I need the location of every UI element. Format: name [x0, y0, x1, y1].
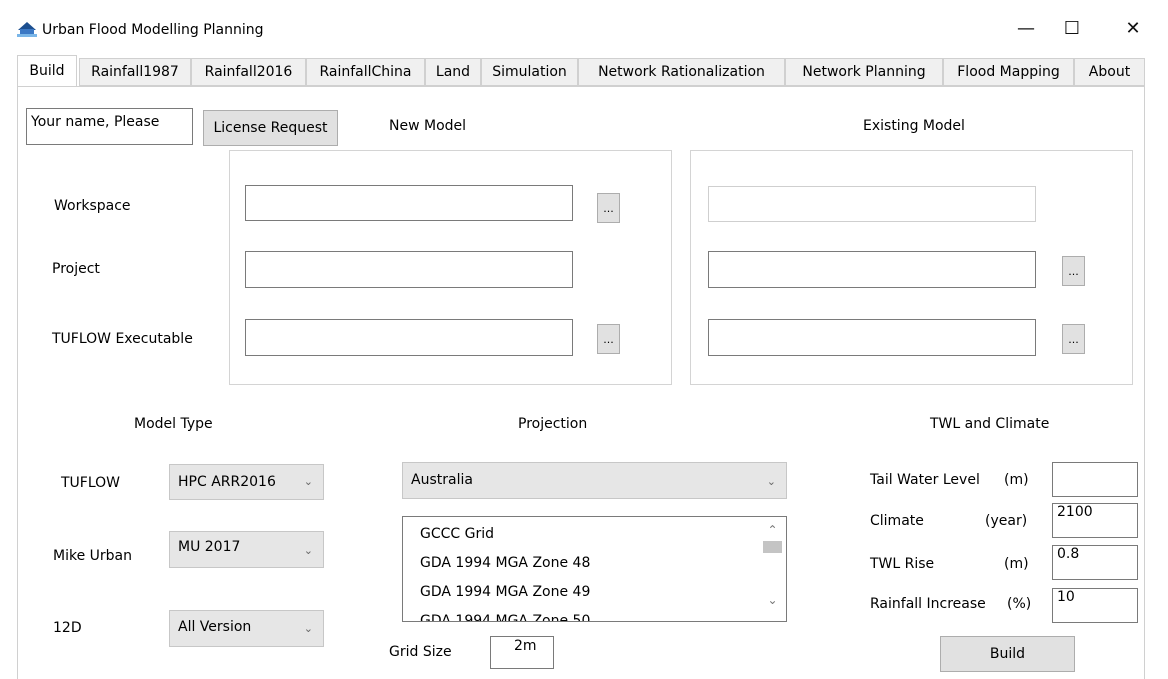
existing-project-browse-button[interactable]: ... — [1062, 256, 1085, 286]
workspace-label: Workspace — [54, 198, 131, 214]
new-tuflow-input[interactable] — [245, 319, 573, 356]
new-tuflow-browse-button[interactable]: ... — [597, 324, 620, 354]
tab-rainfall1987[interactable]: Rainfall1987 — [79, 58, 191, 86]
scroll-thumb[interactable] — [763, 541, 782, 553]
new-workspace-input[interactable] — [245, 185, 573, 221]
tab-network-rationalization[interactable]: Network Rationalization — [578, 58, 785, 86]
chevron-down-icon: ⌄ — [303, 475, 313, 488]
tab-rainfallchina[interactable]: RainfallChina — [306, 58, 425, 86]
tab-network-planning[interactable]: Network Planning — [785, 58, 943, 86]
build-button[interactable]: Build — [940, 636, 1075, 672]
chevron-down-icon: ⌄ — [766, 475, 776, 488]
window-title: Urban Flood Modelling Planning — [42, 22, 264, 38]
twl-rise-unit: (m) — [1004, 556, 1029, 572]
climate-year-input[interactable]: 2100 — [1052, 503, 1138, 538]
existing-workspace-input — [708, 186, 1036, 222]
scroll-up-icon[interactable]: ⌃ — [759, 523, 786, 537]
mike-urban-version-value: MU 2017 — [178, 539, 241, 555]
twl-rise-label: TWL Rise — [870, 556, 935, 572]
existing-project-input[interactable] — [708, 251, 1036, 288]
user-name-input[interactable]: Your name, Please — [26, 108, 193, 145]
close-icon[interactable]: ✕ — [1110, 0, 1156, 58]
tuflow-version-value: HPC ARR2016 — [178, 474, 276, 490]
12d-version-select[interactable]: All Version ⌄ — [169, 610, 324, 647]
tab-simulation[interactable]: Simulation — [481, 58, 578, 86]
grid-size-input[interactable]: 2m — [490, 636, 554, 669]
list-item[interactable]: GDA 1994 MGA Zone 50 — [420, 612, 590, 621]
license-request-button[interactable]: License Request — [203, 110, 338, 146]
model-type-title: Model Type — [134, 416, 213, 432]
tuflow-executable-label: TUFLOW Executable — [52, 331, 193, 347]
existing-tuflow-input[interactable] — [708, 319, 1036, 356]
minimize-icon[interactable]: — — [1003, 0, 1049, 58]
tail-water-level-label: Tail Water Level — [870, 472, 980, 488]
12d-version-value: All Version — [178, 619, 252, 635]
projection-region-select[interactable]: Australia ⌄ — [402, 462, 787, 499]
twl-rise-input[interactable]: 0.8 — [1052, 545, 1138, 580]
tail-water-level-unit: (m) — [1004, 472, 1029, 488]
new-model-title: New Model — [389, 118, 467, 134]
projection-listbox[interactable]: GCCC Grid GDA 1994 MGA Zone 48 GDA 1994 … — [402, 516, 787, 622]
tab-build[interactable]: Build — [17, 55, 77, 87]
12d-label: 12D — [53, 620, 82, 636]
climate-label: Climate — [870, 513, 924, 529]
new-workspace-browse-button[interactable]: ... — [597, 193, 620, 223]
tab-land[interactable]: Land — [425, 58, 481, 86]
chevron-down-icon: ⌄ — [303, 622, 313, 635]
tab-flood-mapping[interactable]: Flood Mapping — [943, 58, 1074, 86]
app-icon — [16, 20, 38, 38]
project-label: Project — [52, 261, 100, 277]
tab-rainfall2016[interactable]: Rainfall2016 — [191, 58, 306, 86]
chevron-down-icon: ⌄ — [303, 544, 313, 557]
list-item[interactable]: GDA 1994 MGA Zone 48 — [420, 554, 590, 572]
projection-title: Projection — [518, 416, 588, 432]
tuflow-label: TUFLOW — [61, 475, 121, 491]
maximize-icon[interactable]: ☐ — [1049, 0, 1095, 58]
rainfall-increase-unit: (%) — [1007, 596, 1032, 612]
grid-size-label: Grid Size — [389, 644, 452, 660]
new-project-input[interactable] — [245, 251, 573, 288]
tuflow-version-select[interactable]: HPC ARR2016 ⌄ — [169, 464, 324, 500]
scroll-down-icon[interactable]: ⌄ — [759, 593, 786, 607]
existing-model-title: Existing Model — [863, 118, 965, 134]
listbox-scrollbar[interactable]: ⌃ ⌄ — [759, 517, 786, 621]
list-item[interactable]: GCCC Grid — [420, 525, 494, 543]
tab-about[interactable]: About — [1074, 58, 1145, 86]
mike-urban-version-select[interactable]: MU 2017 ⌄ — [169, 531, 324, 568]
rainfall-increase-label: Rainfall Increase — [870, 596, 986, 612]
list-item[interactable]: GDA 1994 MGA Zone 49 — [420, 583, 590, 601]
rainfall-increase-input[interactable]: 10 — [1052, 588, 1138, 623]
tail-water-level-input[interactable] — [1052, 462, 1138, 497]
climate-unit: (year) — [985, 513, 1028, 529]
projection-region-value: Australia — [411, 472, 473, 488]
mike-urban-label: Mike Urban — [53, 548, 132, 564]
twl-climate-title: TWL and Climate — [930, 416, 1050, 432]
existing-tuflow-browse-button[interactable]: ... — [1062, 324, 1085, 354]
